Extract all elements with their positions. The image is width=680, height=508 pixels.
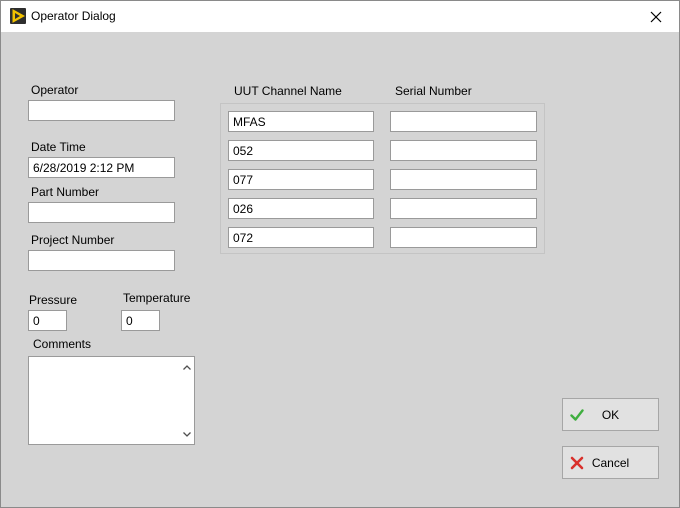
datetime-label: Date Time [31,140,86,154]
comments-label: Comments [33,337,92,351]
part-number-field[interactable] [28,202,175,223]
cancel-button-label: Cancel [591,455,630,470]
close-icon [650,11,662,22]
channel-name-field[interactable] [228,169,374,190]
channel-name-field[interactable] [228,140,374,161]
cancel-button[interactable]: Cancel [562,446,659,479]
title-bar[interactable]: Operator Dialog [1,1,679,32]
ok-button[interactable]: OK [562,398,659,431]
pressure-field[interactable] [28,310,67,331]
datetime-field[interactable] [28,157,175,178]
close-button[interactable] [633,1,679,32]
serial-number-field[interactable] [390,198,537,219]
ok-button-label: OK [601,407,620,422]
pressure-label: Pressure [29,293,78,307]
project-number-label: Project Number [31,233,115,247]
comments-scrollbar[interactable] [179,357,194,444]
uut-channel-name-header: UUT Channel Name [234,84,342,98]
app-icon [10,8,26,24]
window-title: Operator Dialog [31,9,116,23]
temperature-label: Temperature [123,291,191,305]
serial-number-field[interactable] [390,111,537,132]
part-number-label: Part Number [31,185,100,199]
chevron-up-icon[interactable] [182,363,192,371]
serial-number-field[interactable] [390,227,537,248]
chevron-down-icon[interactable] [182,430,192,438]
operator-label: Operator [31,83,79,97]
operator-field[interactable] [28,100,175,121]
serial-number-field[interactable] [390,140,537,161]
operator-dialog-window: Operator Dialog Operator Date Time Part … [0,0,680,508]
channel-name-field[interactable] [228,198,374,219]
comments-textarea[interactable] [29,357,179,444]
channel-name-field[interactable] [228,111,374,132]
temperature-field[interactable] [121,310,160,331]
channel-name-field[interactable] [228,227,374,248]
serial-number-field[interactable] [390,169,537,190]
project-number-field[interactable] [28,250,175,271]
comments-box [28,356,195,445]
serial-number-header: Serial Number [395,84,472,98]
